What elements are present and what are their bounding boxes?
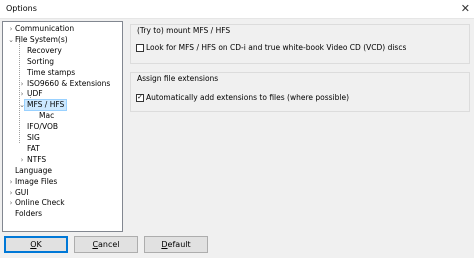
window-title: Options <box>6 4 37 13</box>
tree-item-label: Online Check <box>15 198 65 208</box>
mount-checkbox-row[interactable]: Look for MFS / HFS on CD-i and true whit… <box>136 43 406 52</box>
tree-item-label: MFS / HFS <box>23 99 68 112</box>
tree-item-label: Language <box>15 165 53 175</box>
tree-item-label: Communication <box>15 24 75 33</box>
cancel-button[interactable]: Cancel <box>74 236 138 253</box>
tree-item-label: FAT <box>27 143 40 153</box>
auto-extensions-checkbox-label: Automatically add extensions to files (w… <box>146 93 350 102</box>
ok-label-rest: K <box>36 240 42 249</box>
mfs-hfs-checkbox[interactable] <box>136 43 144 52</box>
extensions-group-title: Assign file extensions <box>135 74 221 83</box>
options-tree[interactable]: › Communication ⌄ File System(s) Recovery Sor… <box>2 21 123 232</box>
expand-arrow-icon[interactable]: › <box>7 177 15 187</box>
tree-item-label: SIG <box>27 133 40 142</box>
tree-item-label: ISO9660 & Extensions <box>27 78 111 88</box>
mfs-hfs-checkbox-label: Look for MFS / HFS on CD-i and true whit… <box>146 43 407 52</box>
extensions-group: Assign file extensions ✓ Automatically a… <box>130 72 470 112</box>
tree-item-label: Image Files <box>15 176 58 186</box>
tree-item-label: GUI <box>15 187 29 197</box>
expand-arrow-icon[interactable]: › <box>18 89 26 99</box>
title-bar: Options ✕ <box>0 0 474 19</box>
auto-extensions-checkbox[interactable]: ✓ <box>136 93 144 102</box>
expand-arrow-icon[interactable]: › <box>7 24 15 34</box>
mount-group-title: (Try to) mount MFS / HFS <box>135 26 233 35</box>
mount-group: (Try to) mount MFS / HFS Look for MFS / … <box>130 24 470 64</box>
extensions-checkbox-row[interactable]: ✓ Automatically add extensions to files … <box>136 93 349 102</box>
tree-item-label: UDF <box>27 89 43 99</box>
expand-arrow-icon[interactable]: › <box>7 198 15 208</box>
cancel-label-rest: ancel <box>98 240 120 249</box>
expand-arrow-icon[interactable]: › <box>7 188 15 198</box>
tree-item-label: Recovery <box>27 45 62 55</box>
tree-item-label: Sorting <box>27 56 54 66</box>
default-label-rest: efault <box>167 240 191 249</box>
button-bar: OK Cancel Default <box>0 233 474 258</box>
expand-arrow-icon[interactable]: › <box>18 79 26 89</box>
collapse-arrow-icon[interactable]: ⌄ <box>7 35 15 45</box>
default-button[interactable]: Default <box>144 236 208 253</box>
tree-item-label: IFO/VOB <box>27 122 59 132</box>
tree-item-label: Time stamps <box>27 67 76 77</box>
tree-item-label: Folders <box>15 209 43 219</box>
tree-item-label: File System(s) <box>15 34 68 44</box>
ok-button[interactable]: OK <box>4 236 68 253</box>
tree-item-label: NTFS <box>27 154 47 164</box>
close-icon[interactable]: ✕ <box>461 2 470 15</box>
expand-arrow-icon[interactable]: › <box>18 155 26 165</box>
tree-item-label: Mac <box>39 111 55 121</box>
